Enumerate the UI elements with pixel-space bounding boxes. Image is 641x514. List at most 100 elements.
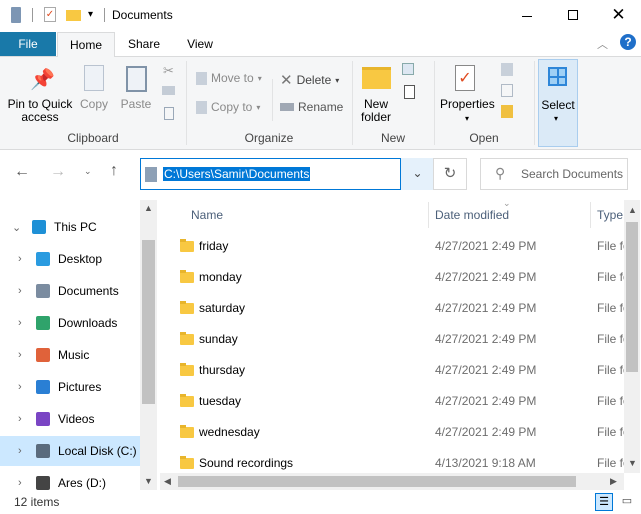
file-row[interactable]: thursday 4/27/2021 2:49 PM File folder xyxy=(160,355,624,385)
new-folder-button[interactable]: New folder xyxy=(358,98,394,124)
minimize-button[interactable] xyxy=(504,0,550,32)
expand-chevron-icon[interactable]: › xyxy=(18,349,36,361)
copy-to-button[interactable]: Copy to ▾ xyxy=(196,100,260,114)
history-icon[interactable] xyxy=(501,105,513,118)
file-type: File folder xyxy=(597,332,624,346)
nav-item-label: Pictures xyxy=(58,380,102,394)
column-header-name[interactable]: Name xyxy=(191,208,223,222)
column-header-type[interactable]: Type xyxy=(597,208,624,222)
copy-to-label: Copy to xyxy=(211,100,253,114)
nav-item-label: Documents xyxy=(58,284,119,298)
address-path[interactable]: C:\Users\Samir\Documents xyxy=(163,167,311,181)
scroll-right-icon[interactable]: ▶ xyxy=(610,476,617,487)
new-folder-quick-icon[interactable] xyxy=(66,10,81,21)
horizontal-scroll-thumb[interactable] xyxy=(178,476,576,487)
details-view-button[interactable]: ☰ xyxy=(595,493,613,511)
nav-item[interactable]: › Pictures xyxy=(0,372,140,402)
tab-file[interactable]: File xyxy=(0,32,56,56)
back-button[interactable]: ← xyxy=(14,163,30,181)
file-horizontal-scrollbar[interactable]: ◀ ▶ xyxy=(160,473,624,490)
rename-button[interactable]: Rename xyxy=(280,100,343,114)
new-group-label: New xyxy=(380,131,405,145)
recent-locations-button[interactable]: ⌄ xyxy=(84,166,92,177)
nav-item-label: Local Disk (C:) xyxy=(58,444,137,458)
tab-view[interactable]: View xyxy=(172,32,228,56)
help-icon[interactable]: ? xyxy=(620,34,636,50)
nav-item-label: Ares (D:) xyxy=(58,476,106,490)
expand-chevron-icon[interactable]: › xyxy=(18,381,36,393)
file-scroll-thumb[interactable] xyxy=(626,222,638,372)
forward-button[interactable]: → xyxy=(50,163,66,181)
up-button[interactable]: ↑ xyxy=(110,162,118,180)
edit-icon[interactable] xyxy=(501,84,513,97)
nav-scrollbar[interactable]: ▲ ▼ xyxy=(140,200,157,490)
file-type: File folder xyxy=(597,239,624,253)
large-icons-view-button[interactable]: ▭ xyxy=(618,493,636,511)
collapse-ribbon-icon[interactable]: ︿ xyxy=(597,36,608,52)
scroll-down-icon[interactable]: ▼ xyxy=(628,458,637,468)
properties-icon: ✓ xyxy=(455,65,475,91)
expand-chevron-icon[interactable]: › xyxy=(18,413,36,425)
file-type: File folder xyxy=(597,425,624,439)
paste-button[interactable]: Paste xyxy=(119,98,153,111)
tab-share[interactable]: Share xyxy=(118,32,170,56)
nav-scroll-thumb[interactable] xyxy=(142,240,155,404)
address-bar[interactable]: C:\Users\Samir\Documents ⌄ xyxy=(140,158,434,190)
paste-shortcut-icon[interactable] xyxy=(164,107,174,120)
tab-home[interactable]: Home xyxy=(57,32,115,57)
scroll-down-icon[interactable]: ▼ xyxy=(144,476,153,486)
expand-chevron-icon[interactable]: › xyxy=(18,317,36,329)
location-icon xyxy=(36,444,50,458)
move-to-button[interactable]: Move to ▾ xyxy=(196,71,262,85)
organize-group-label: Organize xyxy=(244,131,294,145)
nav-item[interactable]: › Ares (D:) xyxy=(0,468,140,498)
expanded-chevron-icon[interactable]: ⌄ xyxy=(12,221,32,234)
address-dropdown-button[interactable]: ⌄ xyxy=(400,158,434,190)
file-row[interactable]: sunday 4/27/2021 2:49 PM File folder xyxy=(160,324,624,354)
delete-button[interactable]: ✕ Delete ▾ xyxy=(280,71,339,89)
close-button[interactable]: ✕ xyxy=(596,0,641,32)
copy-path-icon[interactable] xyxy=(162,86,175,95)
expand-chevron-icon[interactable]: › xyxy=(18,253,36,265)
file-row[interactable]: monday 4/27/2021 2:49 PM File folder xyxy=(160,262,624,292)
separator xyxy=(534,61,535,145)
nav-item[interactable]: ⌄ This PC xyxy=(0,212,140,242)
properties-button[interactable]: Properties ▾ xyxy=(440,98,495,125)
nav-item[interactable]: › Music xyxy=(0,340,140,370)
file-vertical-scrollbar[interactable]: ▲ ▼ xyxy=(624,200,640,473)
nav-item[interactable]: › Downloads xyxy=(0,308,140,338)
expand-chevron-icon[interactable]: › xyxy=(18,285,36,297)
nav-item[interactable]: › Videos xyxy=(0,404,140,434)
nav-item[interactable]: › Documents xyxy=(0,276,140,306)
file-row[interactable]: tuesday 4/27/2021 2:49 PM File folder xyxy=(160,386,624,416)
properties-quick-icon[interactable]: ✓ xyxy=(44,7,56,22)
rename-icon xyxy=(280,103,294,111)
folder-icon xyxy=(180,424,194,438)
copy-button[interactable]: Copy xyxy=(78,98,110,111)
search-box[interactable]: ⚲ Search Documents xyxy=(480,158,628,190)
expand-chevron-icon[interactable]: › xyxy=(18,445,36,457)
file-row[interactable]: saturday 4/27/2021 2:49 PM File folder xyxy=(160,293,624,323)
scroll-left-icon[interactable]: ◀ xyxy=(164,476,171,487)
scroll-up-icon[interactable]: ▲ xyxy=(628,205,637,215)
nav-item[interactable]: › Desktop xyxy=(0,244,140,274)
nav-item-label: Desktop xyxy=(58,252,103,266)
file-row[interactable]: friday 4/27/2021 2:49 PM File folder xyxy=(160,231,624,261)
maximize-button[interactable] xyxy=(550,0,596,32)
nav-item[interactable]: › Local Disk (C:) xyxy=(0,436,140,466)
file-name: saturday xyxy=(199,301,246,315)
new-item-icon[interactable] xyxy=(402,63,414,75)
open-icon[interactable] xyxy=(501,63,513,76)
pin-to-quick-access-button[interactable]: Pin to Quick access xyxy=(5,98,75,124)
file-name: sunday xyxy=(199,332,238,346)
refresh-button[interactable]: ↻ xyxy=(433,158,467,190)
file-date: 4/27/2021 2:49 PM xyxy=(435,425,537,439)
scroll-up-icon[interactable]: ▲ xyxy=(144,203,153,213)
select-button[interactable]: Select ▾ xyxy=(538,59,578,147)
cut-icon[interactable]: ✂ xyxy=(163,63,174,79)
easy-access-icon[interactable] xyxy=(404,85,415,99)
file-row[interactable]: wednesday 4/27/2021 2:49 PM File folder xyxy=(160,417,624,447)
customize-toolbar-icon[interactable]: ▾ xyxy=(88,9,93,20)
column-header-date[interactable]: Date modified xyxy=(435,208,509,222)
expand-chevron-icon[interactable]: › xyxy=(18,477,36,489)
